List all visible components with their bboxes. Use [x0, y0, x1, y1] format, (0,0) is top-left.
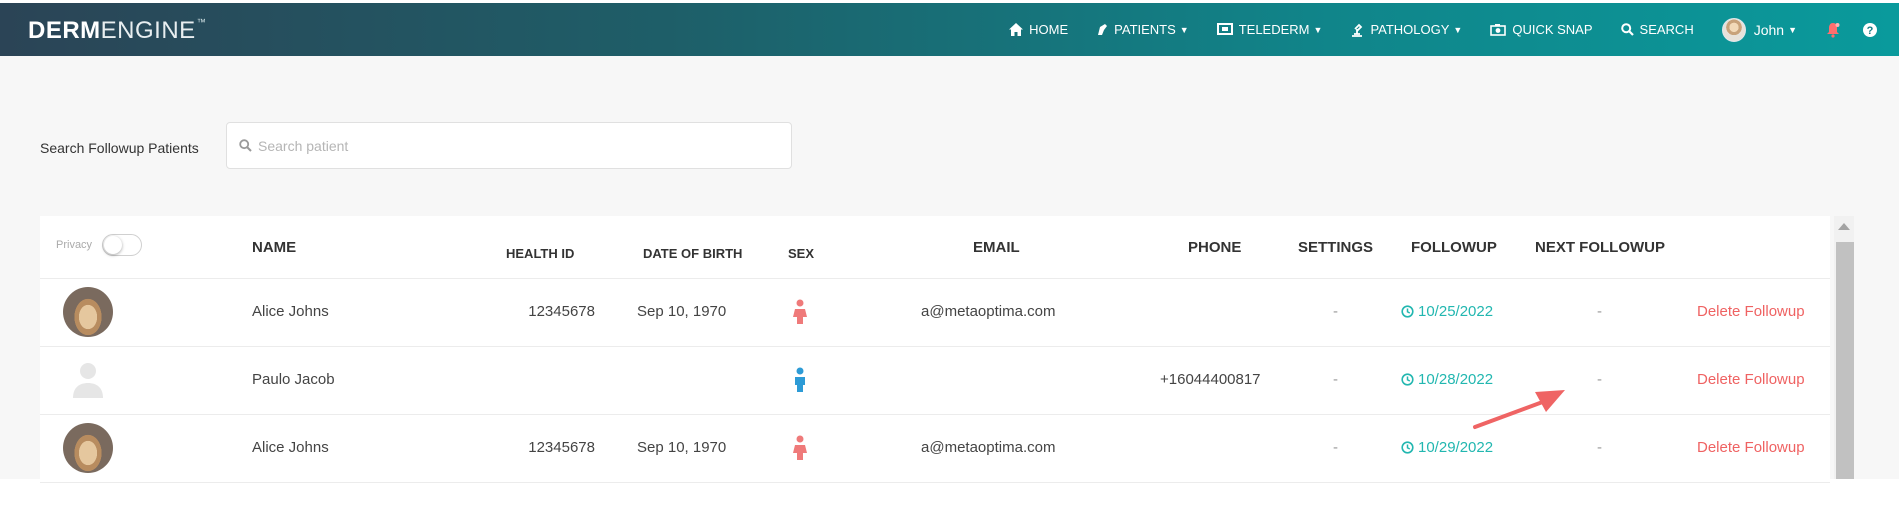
followup-date[interactable]: 10/29/2022 — [1401, 439, 1493, 456]
nav-search[interactable]: SEARCH — [1620, 22, 1694, 37]
chevron-down-icon: ▼ — [1453, 24, 1463, 35]
scroll-up-arrow-icon[interactable] — [1838, 223, 1850, 230]
annotation-arrow-icon — [1473, 390, 1565, 429]
health-id: 12345678 — [528, 439, 595, 456]
telederm-icon — [1216, 23, 1233, 35]
header-dob[interactable]: DATE OF BIRTH — [643, 246, 742, 261]
patient-avatar — [63, 423, 113, 473]
patient-name[interactable]: Alice Johns — [252, 439, 329, 456]
header-settings[interactable]: SETTINGS — [1298, 239, 1373, 256]
settings-value: - — [1333, 371, 1338, 388]
help-icon: ? — [1863, 22, 1877, 37]
chevron-down-icon: ▼ — [1179, 24, 1189, 35]
settings-value: - — [1333, 439, 1338, 456]
search-icon — [1620, 23, 1634, 36]
pathology-icon — [1352, 23, 1363, 37]
search-field[interactable] — [226, 122, 792, 169]
female-icon — [793, 299, 807, 324]
clock-icon — [1401, 373, 1414, 386]
email: a@metaoptima.com — [921, 439, 1056, 456]
scrollbar-thumb[interactable] — [1836, 242, 1854, 479]
nav-home[interactable]: HOME — [1009, 22, 1068, 37]
svg-text:?: ? — [1867, 25, 1874, 37]
patients-icon — [1098, 24, 1108, 35]
phone: +16044400817 — [1160, 371, 1261, 388]
chevron-down-icon: ▼ — [1788, 24, 1797, 35]
male-icon — [795, 367, 805, 392]
clock-icon — [1401, 441, 1414, 454]
notifications-button[interactable] — [1825, 22, 1841, 38]
search-input[interactable] — [258, 137, 758, 154]
header-phone[interactable]: PHONE — [1188, 239, 1241, 256]
clock-icon — [1401, 305, 1414, 318]
main-nav: HOME PATIENTS ▼ TELEDERM ▼ PATHOLOGY ▼ QUIC… — [1009, 3, 1899, 56]
date-of-birth: Sep 10, 1970 — [637, 439, 727, 456]
nav-user-menu[interactable]: John ▼ — [1721, 17, 1797, 42]
health-id: 12345678 — [528, 303, 595, 320]
nav-patients[interactable]: PATIENTS ▼ — [1096, 22, 1189, 37]
search-icon — [239, 139, 252, 152]
header-sex[interactable]: SEX — [788, 246, 814, 261]
notification-bell-icon — [1827, 22, 1840, 38]
header-name[interactable]: NAME — [252, 239, 296, 256]
top-navigation-bar: DERMENGINE™ HOME PATIENTS ▼ TELEDERM ▼ PAT… — [0, 3, 1899, 56]
help-button[interactable]: ? — [1863, 22, 1877, 37]
nav-pathology[interactable]: PATHOLOGY ▼ — [1350, 22, 1462, 37]
settings-value: - — [1333, 303, 1338, 320]
nav-quick-snap[interactable]: QUICK SNAP — [1490, 22, 1593, 37]
header-health-id[interactable]: HEALTH ID — [506, 246, 574, 261]
next-followup-value: - — [1597, 303, 1602, 320]
patient-name[interactable]: Alice Johns — [252, 303, 329, 320]
avatar — [1721, 17, 1746, 42]
quick-snap-icon — [1490, 24, 1507, 36]
nav-telederm[interactable]: TELEDERM ▼ — [1216, 22, 1323, 37]
followup-date[interactable]: 10/25/2022 — [1401, 303, 1493, 320]
delete-followup-button[interactable]: Delete Followup — [1697, 439, 1805, 456]
header-followup[interactable]: FOLLOWUP — [1411, 239, 1497, 256]
header-email[interactable]: EMAIL — [973, 239, 1020, 256]
patient-name[interactable]: Paulo Jacob — [252, 371, 335, 388]
derm-engine-logo[interactable]: DERMENGINE™ — [28, 17, 206, 45]
search-label: Search Followup Patients — [40, 140, 199, 156]
delete-followup-button[interactable]: Delete Followup — [1697, 371, 1805, 388]
main-content: Search Followup Patients Privacy NAME HE… — [0, 56, 1899, 483]
female-icon — [793, 435, 807, 460]
header-next-followup[interactable]: NEXT FOLLOWUP — [1535, 239, 1665, 256]
date-of-birth: Sep 10, 1970 — [637, 303, 727, 320]
home-icon — [1009, 23, 1024, 36]
privacy-toggle[interactable] — [102, 234, 143, 256]
delete-followup-button[interactable]: Delete Followup — [1697, 303, 1805, 320]
table-row[interactable]: Alice Johns 12345678 Sep 10, 1970 a@meta… — [40, 279, 1830, 347]
table-header: Privacy NAME HEALTH ID DATE OF BIRTH SEX… — [40, 216, 1830, 279]
chevron-down-icon: ▼ — [1313, 24, 1323, 35]
followup-table: Privacy NAME HEALTH ID DATE OF BIRTH SEX… — [40, 216, 1830, 483]
next-followup-value: - — [1597, 371, 1602, 388]
privacy-toggle-group: Privacy — [56, 234, 143, 256]
patient-avatar — [63, 287, 113, 337]
email: a@metaoptima.com — [921, 303, 1056, 320]
user-placeholder-icon — [73, 363, 103, 398]
next-followup-value: - — [1597, 439, 1602, 456]
patient-avatar-placeholder — [63, 355, 113, 405]
